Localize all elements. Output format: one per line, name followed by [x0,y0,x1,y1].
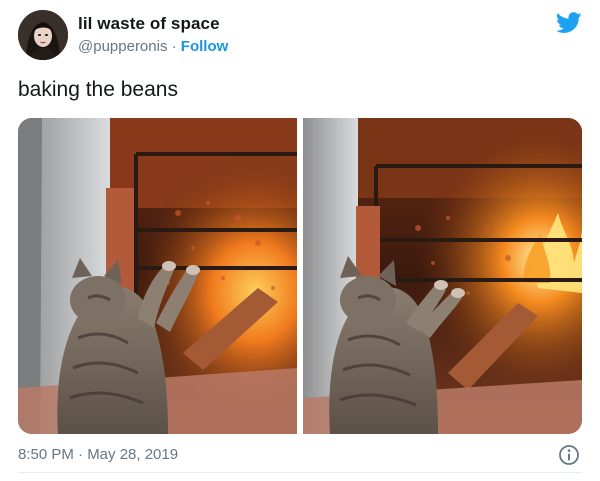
info-icon[interactable] [558,444,580,466]
user-handle[interactable]: @pupperonis [78,38,167,55]
photo-right[interactable] [303,118,582,434]
photo-left[interactable] [18,118,297,434]
bottom-divider [18,472,582,473]
handle-row: @pupperonis · Follow [78,38,228,55]
avatar[interactable] [18,10,68,60]
follow-button[interactable]: Follow [181,38,229,55]
display-name[interactable]: lil waste of space [78,14,220,34]
handle-separator: · [167,38,181,55]
tweet-media[interactable] [18,118,582,434]
tweet-text: baking the beans [18,78,178,101]
tweet-timestamp[interactable]: 8:50 PM · May 28, 2019 [18,446,178,463]
tweet-card: lil waste of space @pupperonis · Follow … [0,0,600,481]
twitter-bird-icon[interactable] [555,12,582,34]
